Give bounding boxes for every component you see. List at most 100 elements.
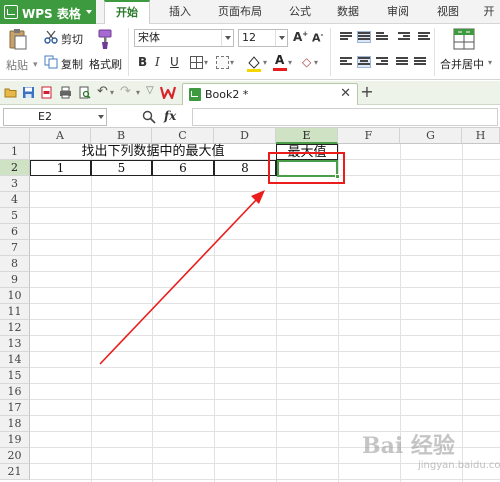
data-cell-a2[interactable]: 1 bbox=[30, 160, 91, 176]
borders-icon[interactable] bbox=[190, 56, 203, 69]
chevron-down-icon[interactable]: ▾ bbox=[314, 58, 318, 67]
copy-icon[interactable] bbox=[44, 55, 58, 69]
row-header-2[interactable]: 2 bbox=[0, 160, 30, 176]
justify-icon[interactable] bbox=[396, 57, 408, 67]
export-pdf-icon[interactable] bbox=[40, 86, 53, 99]
row-header-9[interactable]: 9 bbox=[0, 272, 30, 288]
insert-function-icon[interactable]: fx bbox=[164, 109, 176, 123]
data-cell-b2[interactable]: 5 bbox=[91, 160, 152, 176]
format-painter-label[interactable]: 格式刷 bbox=[89, 56, 122, 72]
document-tab[interactable]: Book2 * ✕ bbox=[182, 83, 358, 105]
paste-dropdown-icon[interactable]: ▾ bbox=[33, 60, 38, 70]
zoom-search-icon[interactable] bbox=[142, 110, 156, 124]
row-header-12[interactable]: 12 bbox=[0, 320, 30, 336]
tab-home[interactable]: 开始 bbox=[104, 0, 150, 24]
italic-icon[interactable]: I bbox=[155, 55, 160, 69]
column-header-b[interactable]: B bbox=[91, 128, 152, 144]
font-name-dropdown[interactable]: 宋体 bbox=[134, 29, 234, 47]
new-tab-button[interactable]: + bbox=[359, 82, 375, 102]
copy-label[interactable]: 复制 bbox=[61, 56, 83, 72]
row-header-16[interactable]: 16 bbox=[0, 384, 30, 400]
row-header-18[interactable]: 18 bbox=[0, 416, 30, 432]
row-header-15[interactable]: 15 bbox=[0, 368, 30, 384]
row-header-5[interactable]: 5 bbox=[0, 208, 30, 224]
increase-font-icon[interactable]: A+ bbox=[293, 30, 308, 44]
bold-icon[interactable]: B bbox=[138, 55, 147, 69]
font-color-icon[interactable]: A bbox=[273, 53, 287, 72]
clear-format-icon[interactable]: ◇ bbox=[302, 55, 311, 69]
distributed-icon[interactable] bbox=[414, 57, 426, 67]
cut-label[interactable]: 剪切 bbox=[61, 31, 83, 47]
align-left-icon[interactable] bbox=[340, 57, 352, 67]
select-all-corner[interactable] bbox=[0, 128, 30, 144]
column-header-h[interactable]: H bbox=[462, 128, 500, 144]
chevron-down-icon[interactable]: ▾ bbox=[230, 58, 234, 67]
scissors-icon[interactable] bbox=[44, 30, 58, 44]
indent-icon[interactable] bbox=[398, 32, 410, 42]
row-header-17[interactable]: 17 bbox=[0, 400, 30, 416]
data-cell-c2[interactable]: 6 bbox=[152, 160, 214, 176]
tab-view[interactable]: 视图 bbox=[428, 0, 468, 24]
chevron-down-icon[interactable]: ▾ bbox=[136, 88, 140, 97]
close-icon[interactable]: ✕ bbox=[340, 86, 351, 101]
wrap-text-icon[interactable] bbox=[418, 32, 430, 42]
row-header-20[interactable]: 20 bbox=[0, 448, 30, 464]
chevron-down-icon[interactable]: ▾ bbox=[263, 58, 267, 67]
row-header-1[interactable]: 1 bbox=[0, 144, 30, 160]
chevron-down-icon[interactable]: ▾ bbox=[488, 58, 492, 67]
tab-review[interactable]: 审阅 bbox=[378, 0, 418, 24]
chevron-down-icon[interactable]: ▾ bbox=[204, 58, 208, 67]
merge-center-label[interactable]: 合并居中 bbox=[440, 56, 484, 72]
align-right-icon[interactable] bbox=[376, 57, 388, 67]
tab-data[interactable]: 数据 bbox=[328, 0, 368, 24]
print-icon[interactable] bbox=[59, 86, 72, 99]
font-size-dropdown[interactable]: 12 bbox=[238, 29, 288, 47]
row-header-4[interactable]: 4 bbox=[0, 192, 30, 208]
tab-formulas[interactable]: 公式 bbox=[280, 0, 320, 24]
name-box[interactable]: E2 bbox=[3, 108, 107, 126]
column-header-c[interactable]: C bbox=[152, 128, 214, 144]
merge-center-icon[interactable] bbox=[453, 28, 475, 50]
format-painter-button[interactable] bbox=[93, 28, 115, 50]
column-header-d[interactable]: D bbox=[214, 128, 276, 144]
align-top-icon[interactable] bbox=[340, 32, 352, 42]
align-middle-icon[interactable] bbox=[357, 31, 371, 43]
paste-button[interactable] bbox=[7, 28, 29, 52]
align-bottom-icon[interactable] bbox=[376, 32, 388, 42]
customize-icon[interactable]: ▽ bbox=[146, 85, 154, 96]
row-header-6[interactable]: 6 bbox=[0, 224, 30, 240]
column-header-g[interactable]: G bbox=[400, 128, 462, 144]
column-header-a[interactable]: A bbox=[30, 128, 91, 144]
redo-icon[interactable]: ↷ bbox=[120, 84, 131, 99]
column-header-f[interactable]: F bbox=[338, 128, 400, 144]
row-header-3[interactable]: 3 bbox=[0, 176, 30, 192]
row-header-8[interactable]: 8 bbox=[0, 256, 30, 272]
tab-page-layout[interactable]: 页面布局 bbox=[210, 0, 270, 24]
data-cell-d2[interactable]: 8 bbox=[214, 160, 276, 176]
app-menu-button[interactable]: WPS 表格 bbox=[0, 0, 96, 24]
row-header-14[interactable]: 14 bbox=[0, 352, 30, 368]
wps-home-icon[interactable] bbox=[159, 85, 177, 100]
row-header-11[interactable]: 11 bbox=[0, 304, 30, 320]
tab-insert[interactable]: 插入 bbox=[160, 0, 200, 24]
underline-icon[interactable]: U bbox=[170, 55, 179, 69]
formula-input[interactable] bbox=[192, 108, 498, 126]
cell-style-icon[interactable] bbox=[216, 56, 229, 69]
open-folder-icon[interactable] bbox=[4, 86, 17, 99]
row-header-19[interactable]: 19 bbox=[0, 432, 30, 448]
title-cell[interactable]: 找出下列数据中的最大值 bbox=[30, 144, 276, 160]
row-header-10[interactable]: 10 bbox=[0, 288, 30, 304]
decrease-font-icon[interactable]: A- bbox=[312, 31, 323, 45]
row-header-21[interactable]: 21 bbox=[0, 464, 30, 480]
chevron-down-icon[interactable]: ▾ bbox=[110, 88, 114, 97]
save-icon[interactable] bbox=[22, 86, 35, 99]
column-header-e[interactable]: E bbox=[276, 128, 338, 144]
row-header-7[interactable]: 7 bbox=[0, 240, 30, 256]
fill-color-icon[interactable] bbox=[246, 54, 262, 72]
row-header-13[interactable]: 13 bbox=[0, 336, 30, 352]
undo-icon[interactable]: ↶ bbox=[97, 84, 108, 99]
align-center-icon[interactable] bbox=[357, 56, 371, 68]
print-preview-icon[interactable] bbox=[78, 86, 91, 99]
tab-more[interactable]: 开 bbox=[478, 0, 500, 24]
chevron-down-icon[interactable]: ▾ bbox=[288, 58, 292, 67]
